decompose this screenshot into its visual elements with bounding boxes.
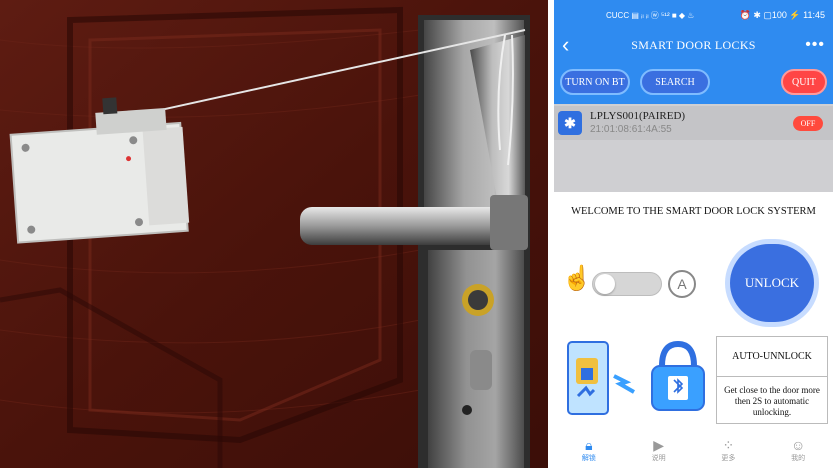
grid-icon: ⁘	[722, 437, 735, 453]
device-mac: 21:01:08:61:4A:55	[590, 124, 672, 135]
search-button[interactable]: SEARCH	[640, 69, 710, 95]
tab-label: 解锁	[581, 455, 596, 462]
tab-label: 更多	[721, 455, 736, 462]
auto-unlock-toggle[interactable]	[592, 272, 662, 296]
status-bar: CUCC ▤ ᵢₗ ᵢₗ ⓦ ⁵¹² ■ ◆ ♨ ⏰ ✱ ▢100 ⚡ 11:4…	[554, 0, 833, 30]
auto-mode-icon: A	[668, 270, 696, 298]
user-icon: ☺	[790, 437, 806, 453]
tab-instructions[interactable]: ▶ 说明	[639, 437, 679, 463]
toggle-knob	[595, 274, 615, 294]
status-carrier: CUCC ▤ ᵢₗ ᵢₗ ⓦ ⁵¹² ■ ◆ ♨	[606, 10, 695, 20]
status-right: ⏰ ✱ ▢100 ⚡ 11:45	[739, 9, 825, 20]
lock-icon: 🔒︎	[585, 437, 593, 453]
auto-unlock-panel: AUTO-UNNLOCK Get close to the door more …	[716, 336, 828, 424]
tab-profile[interactable]: ☺ 我的	[778, 437, 818, 463]
more-dots-icon[interactable]: •••	[805, 36, 825, 54]
play-icon: ▶	[653, 437, 665, 453]
tab-unlock[interactable]: 🔒︎ 解锁	[569, 437, 609, 463]
phone-screen: CUCC ▤ ᵢₗ ᵢₗ ⓦ ⁵¹² ■ ◆ ♨ ⏰ ✱ ▢100 ⚡ 11:4…	[554, 0, 833, 468]
device-list: ✱ LPLYS001(PAIRED) 21:01:08:61:4A:55 OFF	[554, 104, 833, 192]
chevron-left-icon[interactable]: ‹	[562, 34, 582, 56]
tab-more[interactable]: ⁘ 更多	[708, 437, 748, 463]
bluetooth-icon: ✱	[558, 111, 582, 135]
door-photo	[0, 0, 548, 468]
auto-unlock-title: AUTO-UNNLOCK	[717, 337, 827, 377]
device-item[interactable]: ✱ LPLYS001(PAIRED) 21:01:08:61:4A:55 OFF	[554, 106, 833, 140]
page-title: SMART DOOR LOCKS	[631, 37, 756, 52]
quit-button[interactable]: QUIT	[781, 69, 827, 95]
action-buttons: TURN ON BT SEARCH QUIT	[554, 60, 833, 104]
touch-hand-icon: ☝	[562, 265, 592, 292]
device-off-button[interactable]: OFF	[793, 116, 823, 131]
auto-unlock-description: Get close to the door more then 2S to au…	[724, 385, 820, 417]
turn-on-bt-button[interactable]: TURN ON BT	[560, 69, 630, 95]
lock-controls: ☝ A UNLOCK	[554, 242, 833, 322]
app-bar: ‹ SMART DOOR LOCKS •••	[554, 30, 833, 60]
device-name: LPLYS001(PAIRED)	[590, 110, 686, 122]
welcome-text: WELCOME TO THE SMART DOOR LOCK SYSTERM	[571, 206, 816, 217]
bottom-tab-bar: 🔒︎ 解锁 ▶ 说明 ⁘ 更多 ☺ 我的	[554, 432, 833, 468]
tab-label: 说明	[651, 455, 666, 462]
unlock-button[interactable]: UNLOCK	[730, 244, 814, 322]
phone-to-lock-illustration	[564, 336, 712, 422]
tab-label: 我的	[791, 455, 806, 462]
